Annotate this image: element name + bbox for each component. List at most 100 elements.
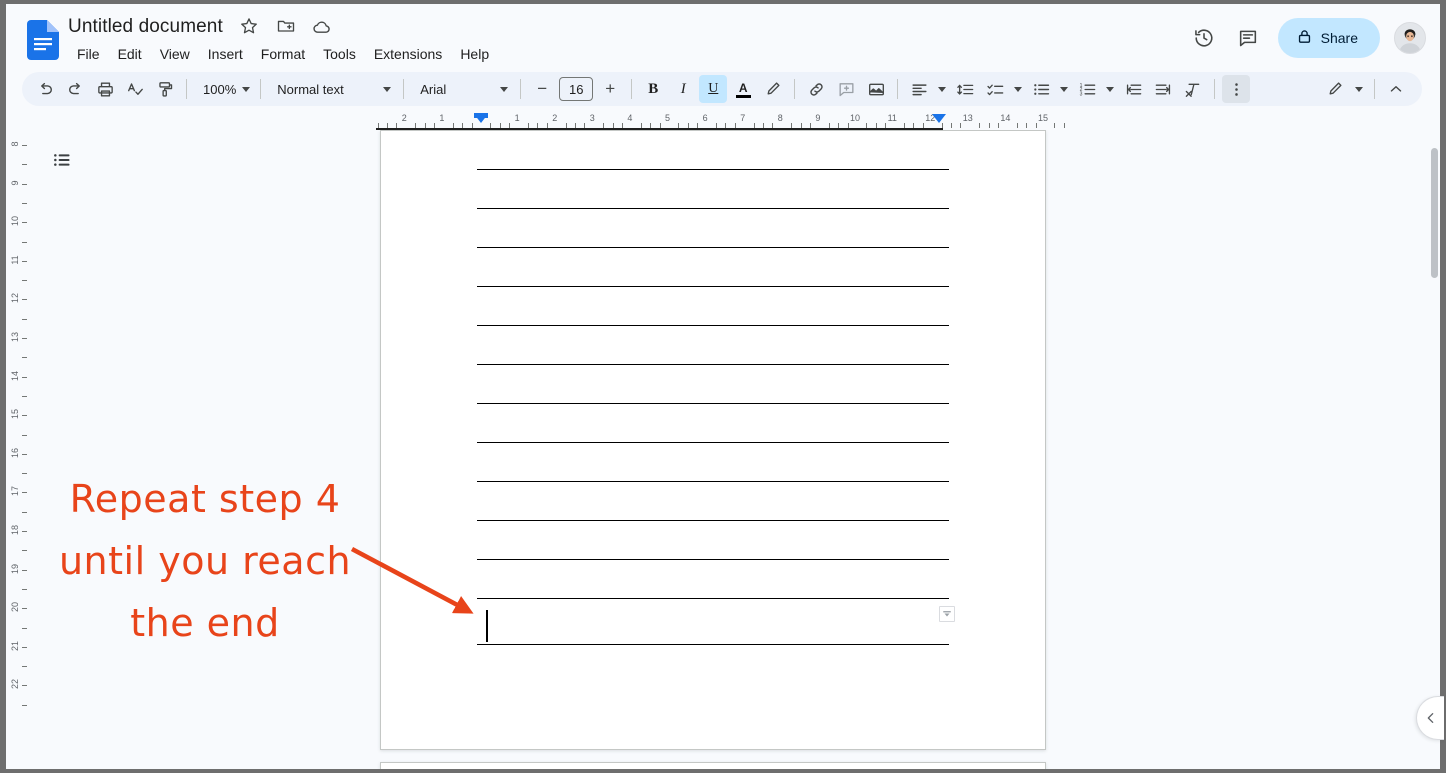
menu-edit[interactable]: Edit [110, 42, 150, 66]
document-page-2[interactable] [380, 762, 1046, 769]
document-outline-icon[interactable] [42, 140, 82, 180]
editing-mode-chevron-icon[interactable] [1351, 75, 1367, 103]
redo-icon[interactable] [61, 75, 89, 103]
font-value: Arial [420, 81, 447, 97]
vertical-ruler[interactable]: 8 9 10 11 12 13 14 15 16 17 18 19 20 21 22 [6, 130, 28, 769]
numbered-list-icon[interactable]: 1 2 3 [1073, 75, 1101, 103]
insert-image-icon[interactable] [862, 75, 890, 103]
google-docs-window: Untitled document File Edit View Insert … [0, 0, 1446, 773]
increase-indent-icon[interactable] [1149, 75, 1177, 103]
share-button-label: Share [1320, 30, 1358, 46]
chevron-down-icon [383, 86, 392, 92]
document-line[interactable] [477, 520, 949, 521]
menu-tools[interactable]: Tools [315, 42, 364, 66]
chevron-down-icon [1060, 86, 1069, 92]
chevron-down-icon [1355, 86, 1363, 92]
menu-insert[interactable]: Insert [200, 42, 251, 66]
checklist-icon[interactable] [981, 75, 1009, 103]
increase-font-size-button[interactable]: + [596, 75, 624, 103]
docs-logo-icon[interactable] [27, 20, 59, 60]
avatar[interactable] [1394, 22, 1426, 54]
document-line[interactable] [477, 364, 949, 365]
move-to-folder-icon[interactable] [276, 16, 298, 38]
document-line[interactable] [477, 208, 949, 209]
menu-bar: File Edit View Insert Format Tools Extensions H… [69, 42, 499, 66]
document-line[interactable] [477, 247, 949, 248]
align-icon[interactable] [905, 75, 933, 103]
svg-text:3: 3 [1079, 91, 1082, 97]
clear-formatting-icon[interactable] [1179, 75, 1207, 103]
document-line[interactable] [477, 442, 949, 443]
title-icon-group [239, 16, 344, 38]
zoom-value: 100% [203, 81, 237, 97]
numbered-list-chevron-icon[interactable] [1103, 75, 1117, 103]
comments-icon[interactable] [1228, 18, 1268, 58]
vertical-scrollbar[interactable] [1428, 130, 1440, 769]
chevron-down-icon [500, 86, 509, 92]
share-button[interactable]: Share [1277, 18, 1380, 58]
hide-menus-icon[interactable] [1382, 75, 1410, 103]
toolbar-divider [520, 79, 522, 99]
bold-button[interactable]: B [639, 75, 667, 103]
undo-icon[interactable] [31, 75, 59, 103]
highlight-color-icon[interactable] [759, 75, 787, 103]
horizontal-ruler[interactable]: 2 1 1 2 3 4 5 6 7 8 9 10 11 12 13 14 15 [6, 112, 1440, 130]
header-actions: Share [1184, 18, 1426, 58]
checklist-chevron-icon[interactable] [1011, 75, 1025, 103]
more-options-icon[interactable] [1222, 75, 1251, 103]
document-title[interactable]: Untitled document [68, 14, 223, 40]
font-selector[interactable]: Arial [410, 75, 514, 103]
vertical-scrollbar-thumb[interactable] [1431, 148, 1438, 278]
text-color-label: A [738, 80, 748, 95]
document-line[interactable] [477, 598, 949, 599]
bulleted-list-icon[interactable] [1027, 75, 1055, 103]
document-line[interactable] [477, 481, 949, 482]
toolbar-divider [1214, 79, 1216, 99]
add-comment-icon[interactable] [832, 75, 860, 103]
decrease-indent-icon[interactable] [1119, 75, 1147, 103]
document-canvas [28, 130, 1440, 769]
document-page-1[interactable] [380, 130, 1046, 750]
bulleted-list-chevron-icon[interactable] [1057, 75, 1071, 103]
align-chevron-icon[interactable] [935, 75, 949, 103]
insert-link-icon[interactable] [802, 75, 830, 103]
window-frame-bottom [0, 769, 1446, 773]
column-options-dropdown[interactable] [939, 606, 955, 622]
paint-format-icon[interactable] [151, 75, 179, 103]
spell-check-icon[interactable] [121, 75, 149, 103]
menu-file[interactable]: File [69, 42, 108, 66]
document-line[interactable] [477, 169, 949, 170]
decrease-font-size-button[interactable]: − [528, 75, 556, 103]
star-icon[interactable] [239, 16, 261, 38]
paragraph-style-value: Normal text [277, 81, 344, 97]
toolbar-divider [186, 79, 187, 99]
right-margin-marker[interactable] [932, 114, 946, 123]
text-color-swatch [735, 94, 751, 99]
underline-button[interactable]: U [699, 75, 728, 103]
version-history-icon[interactable] [1184, 18, 1224, 58]
document-line[interactable] [477, 644, 949, 645]
menu-extensions[interactable]: Extensions [366, 42, 450, 66]
editing-mode-icon[interactable] [1321, 75, 1349, 103]
cloud-saved-icon[interactable] [312, 16, 334, 38]
print-icon[interactable] [91, 75, 119, 103]
toolbar-divider [260, 79, 262, 99]
document-line[interactable] [477, 559, 949, 560]
document-line[interactable] [477, 403, 949, 404]
font-size-input[interactable]: 16 [559, 77, 594, 101]
document-line[interactable] [477, 286, 949, 287]
text-color-button[interactable]: A [729, 75, 757, 103]
menu-view[interactable]: View [152, 42, 198, 66]
zoom-selector[interactable]: 100% [193, 75, 254, 103]
chevron-down-icon [938, 86, 947, 92]
document-line[interactable] [477, 325, 949, 326]
paragraph-style-selector[interactable]: Normal text [267, 75, 397, 103]
chevron-down-icon [242, 86, 251, 92]
menu-help[interactable]: Help [452, 42, 497, 66]
left-margin-marker[interactable] [474, 114, 488, 123]
line-spacing-icon[interactable] [951, 75, 979, 103]
menu-format[interactable]: Format [253, 42, 313, 66]
chevron-down-icon [1014, 86, 1023, 92]
underline-button-label: U [708, 81, 719, 96]
italic-button[interactable]: I [669, 75, 697, 103]
